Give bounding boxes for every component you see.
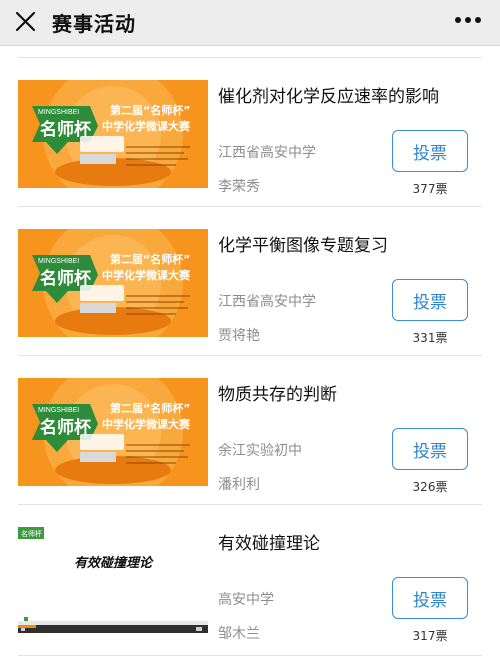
entry-school: 高安中学 (218, 592, 274, 608)
vote-button[interactable]: 投票 (392, 428, 468, 470)
list-item[interactable]: MINGSHIBEI 名师杯 第二届“名师杯” 中学化学微课大赛 物质共存的判断… (18, 355, 482, 503)
close-icon[interactable] (10, 6, 42, 38)
poster-headline-1: 第二届“名师杯” (110, 103, 190, 117)
poster-headline-1: 第二届“名师杯” (110, 401, 190, 415)
page-title: 赛事活动 (52, 12, 136, 36)
poster-headline-2: 中学化学微课大赛 (102, 268, 191, 282)
entry-title[interactable]: 化学平衡图像专题复习 (218, 231, 388, 256)
poster-headline-1: 第二届“名师杯” (110, 252, 190, 266)
entry-title[interactable]: 有效碰撞理论 (218, 529, 320, 554)
list-item[interactable]: MINGSHIBEI 名师杯 第二届“名师杯” 中学化学微课大赛 催化剂对化学反… (18, 57, 482, 205)
logo-top-text: MINGSHIBEI (38, 109, 79, 116)
more-options-icon[interactable] (452, 8, 484, 32)
entry-author: 邹木兰 (218, 626, 260, 642)
vote-count: 377票 (412, 182, 448, 196)
entry-author: 李荣秀 (218, 179, 260, 195)
entry-author: 贾将艳 (218, 328, 260, 344)
poster-thumbnail[interactable]: MINGSHIBEI 名师杯 第二届“名师杯” 中学化学微课大赛 (18, 80, 208, 188)
vote-count: 331票 (412, 331, 448, 345)
vote-button[interactable]: 投票 (392, 130, 468, 172)
entry-school: 江西省高安中学 (218, 294, 316, 310)
poster-thumbnail[interactable]: MINGSHIBEI 名师杯 第二届“名师杯” 中学化学微课大赛 (18, 378, 208, 486)
poster-thumbnail[interactable]: MINGSHIBEI 名师杯 第二届“名师杯” 中学化学微课大赛 (18, 229, 208, 337)
vote-button[interactable]: 投票 (392, 279, 468, 321)
vote-count: 326票 (412, 480, 448, 494)
poster-headline-2: 中学化学微课大赛 (102, 417, 191, 431)
logo-top-text: MINGSHIBEI (38, 258, 79, 265)
entry-school: 余江实验初中 (218, 443, 302, 459)
list-item[interactable]: 名师杯 有效碰撞理论 有效碰撞理论 高安中学 邹木兰 投票 317票 (18, 504, 482, 652)
entry-school: 江西省高安中学 (218, 145, 316, 161)
vote-count: 317票 (412, 629, 448, 643)
list-item[interactable]: MINGSHIBEI 名师杯 第二届“名师杯” 中学化学微课大赛 化学平衡图像专… (18, 206, 482, 354)
slide-thumbnail[interactable]: 名师杯 有效碰撞理论 (18, 527, 208, 635)
slide-badge-text: 名师杯 (21, 529, 42, 538)
logo-top-text: MINGSHIBEI (38, 407, 79, 414)
list-divider (18, 655, 482, 656)
entry-title[interactable]: 物质共存的判断 (218, 380, 337, 405)
vote-button[interactable]: 投票 (392, 577, 468, 619)
poster-headline-2: 中学化学微课大赛 (102, 119, 191, 133)
slide-title: 有效碰撞理论 (74, 555, 154, 571)
entry-author: 潘利利 (218, 477, 260, 493)
entry-title[interactable]: 催化剂对化学反应速率的影响 (218, 82, 439, 107)
top-bar: 赛事活动 (0, 0, 500, 46)
